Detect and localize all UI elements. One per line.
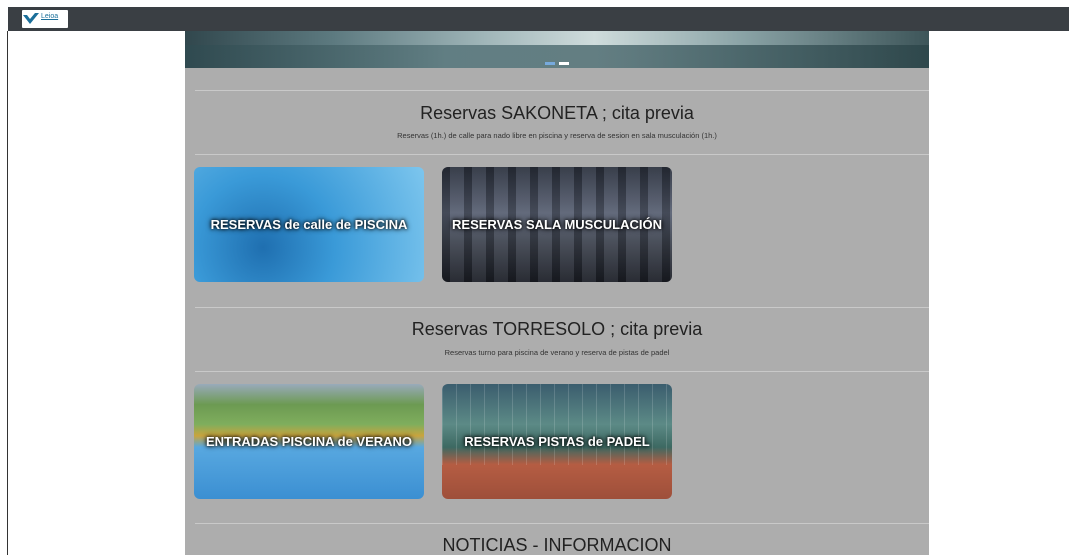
card-reservas-musculacion[interactable]: RESERVAS SALA MUSCULACIÓN — [442, 167, 672, 282]
logo-mark-icon — [23, 13, 39, 24]
divider — [195, 154, 929, 155]
section-subtitle-sakoneta: Reservas (1h.) de calle para nado libre … — [397, 131, 717, 140]
carousel-indicators — [545, 62, 569, 65]
section-title-noticias: NOTICIAS - INFORMACION — [442, 535, 672, 555]
left-border — [7, 31, 8, 555]
card-label: RESERVAS de calle de PISCINA — [210, 217, 408, 232]
card-label: RESERVAS PISTAS de PADEL — [464, 434, 650, 449]
logo-text: Leioa — [41, 13, 59, 20]
carousel-dot[interactable] — [545, 62, 555, 65]
card-label: RESERVAS SALA MUSCULACIÓN — [452, 217, 662, 232]
card-reservas-piscina[interactable]: RESERVAS de calle de PISCINA — [194, 167, 424, 282]
site-logo[interactable]: Leioa — [22, 10, 68, 28]
divider — [195, 307, 929, 308]
hero-carousel[interactable] — [185, 31, 929, 68]
divider — [195, 90, 929, 91]
top-navbar: Leioa — [8, 7, 1069, 31]
section-title-sakoneta: Reservas SAKONETA ; cita previa — [420, 103, 694, 123]
card-label: ENTRADAS PISCINA de VERANO — [205, 434, 413, 449]
divider — [195, 371, 929, 372]
main-content: Reservas SAKONETA ; cita previa Reservas… — [185, 31, 929, 555]
divider — [195, 523, 929, 524]
card-reservas-padel[interactable]: RESERVAS PISTAS de PADEL — [442, 384, 672, 499]
card-entradas-piscina-verano[interactable]: ENTRADAS PISCINA de VERANO — [194, 384, 424, 499]
section-subtitle-torresolo: Reservas turno para piscina de verano y … — [444, 348, 670, 357]
section-title-torresolo: Reservas TORRESOLO ; cita previa — [411, 319, 703, 339]
carousel-dot-active[interactable] — [559, 62, 569, 65]
